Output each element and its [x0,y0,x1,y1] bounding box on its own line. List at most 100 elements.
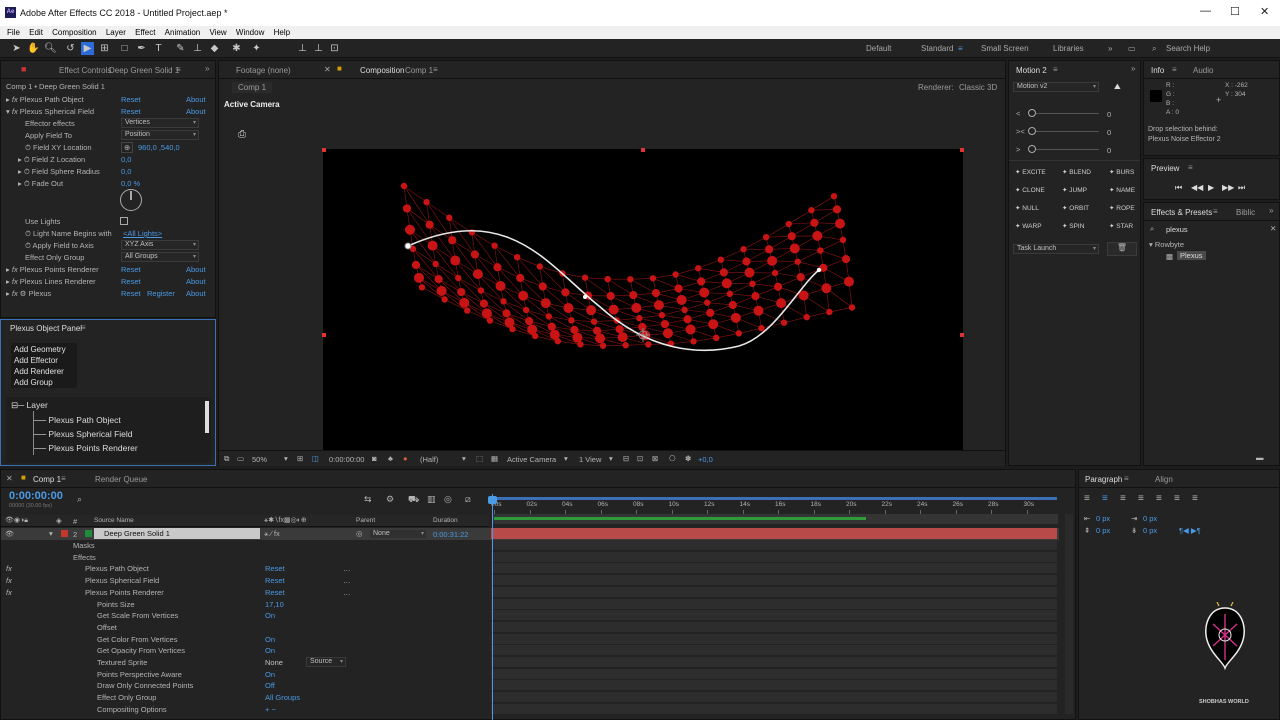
track-row[interactable] [491,645,1057,657]
effect-row-plexus[interactable]: ▸ fx ⚙ Plexus [6,289,51,298]
panel-expand-icon[interactable]: » [205,64,209,73]
audio-tab[interactable]: Audio [1193,66,1213,75]
trash-button[interactable]: 🗑︎ [1107,242,1137,256]
comp-viewer[interactable] [319,146,964,452]
track-row[interactable] [491,563,1057,575]
light-name-value[interactable]: <All Lights> [123,229,162,238]
panel-menu-icon[interactable]: ≡ [433,65,438,74]
panel-menu-icon[interactable]: ≡ [1124,474,1129,483]
effect-row-spherical-field[interactable]: ▾ fx Plexus Spherical Field [6,107,94,116]
property-label[interactable]: Plexus Points Renderer [85,588,164,597]
property-label[interactable]: Offset [97,623,117,632]
justify-left-icon[interactable]: ≡ [1138,493,1144,504]
panel-menu-icon[interactable]: ≡ [176,65,181,74]
slider-handle[interactable] [1028,127,1036,135]
workspace-small-screen[interactable]: Small Screen [981,44,1029,53]
panel-menu-icon[interactable]: ≡ [81,323,86,332]
property-label[interactable]: Points Perspective Aware [97,670,182,679]
indent-left-value[interactable]: 0 px [1096,514,1110,523]
source-dropdown[interactable]: Source [306,657,346,667]
workspace-standard[interactable]: Standard [921,44,953,53]
roto-brush-tool-icon[interactable]: ✱ [230,42,243,55]
panel-menu-icon[interactable]: ≡ [1213,207,1218,216]
property-value[interactable]: Reset [265,564,285,573]
track-row[interactable] [491,633,1057,645]
close-button[interactable]: ✕ [1260,5,1269,18]
about-link[interactable]: About [186,95,206,104]
keyframe-navigator-icon[interactable]: … [343,588,351,597]
target-icon[interactable]: ⊕ [121,142,134,153]
property-value[interactable]: On [265,670,275,679]
footage-tab[interactable]: Footage (none) [236,66,291,75]
workspace-more-icon[interactable]: » [1108,44,1112,53]
search-help-field[interactable]: Search Help [1166,44,1210,53]
reset-link[interactable]: Reset [121,277,141,286]
composition-tab[interactable]: Composition [360,66,404,75]
menu-composition[interactable]: Composition [52,26,96,39]
rectangle-tool-icon[interactable]: □ [118,42,131,55]
view-layout-arrow-icon[interactable]: ▾ [609,454,613,463]
track-row[interactable] [491,621,1057,633]
pen-tool-icon[interactable]: ✒ [135,42,148,55]
paragraph-tab[interactable]: Paragraph [1085,475,1122,484]
property-label[interactable]: Get Opacity From Vertices [97,646,185,655]
space-after-value[interactable]: 0 px [1143,526,1157,535]
channel-icon[interactable]: ● [403,454,408,463]
clone-stamp-tool-icon[interactable]: ⊥ [191,42,204,55]
menu-file[interactable]: File [7,26,20,39]
hand-tool-icon[interactable]: ✋ [27,42,40,55]
register-link[interactable]: Register [147,289,175,298]
motion-button-rope[interactable]: ✦ ROPE [1109,204,1135,212]
motion-preset-dropdown[interactable]: Motion v2 [1013,82,1099,92]
keyframe-navigator-icon[interactable]: … [343,564,351,573]
parent-dropdown[interactable]: None [369,529,427,539]
resolution-dropdown[interactable]: (Half) [420,455,438,464]
timeline-search-icon[interactable]: ⌕ [77,494,82,505]
add-group-button[interactable]: Add Group [14,378,53,387]
property-label[interactable]: Plexus Spherical Field [85,576,159,585]
region-monitor-icon[interactable]: ▭ [237,454,244,463]
motion-button-spin[interactable]: ✦ SPIN [1062,222,1084,230]
menu-help[interactable]: Help [274,26,290,39]
motion-blur-icon[interactable]: ◎ [444,494,452,505]
property-value[interactable]: 17,10 [265,600,284,609]
mask-visibility-icon[interactable]: ◫ [312,454,319,463]
path-end-handle[interactable] [816,267,822,273]
panel-lock-icon[interactable]: ■ [21,64,26,74]
first-frame-icon[interactable]: ⏮ [1175,183,1182,193]
indent-right-value[interactable]: 0 px [1143,514,1157,523]
camera-view-arrow-icon[interactable]: ▾ [564,454,568,463]
property-label[interactable]: Points Size [97,600,135,609]
motion-button-burs[interactable]: ✦ BURS [1109,168,1134,176]
align-left-icon[interactable]: ≡ [1084,493,1090,504]
tree-item[interactable]: ── Plexus Spherical Field [34,429,133,439]
path-mid-handle[interactable] [583,295,587,299]
layer-bar[interactable] [491,528,1057,539]
comp-lock-icon[interactable]: ■ [21,473,26,482]
property-value[interactable]: On [265,646,275,655]
tree-root-layer[interactable]: ⊟─ Layer [11,400,48,411]
effects-presets-tab[interactable]: Effects & Presets [1151,208,1212,217]
apply-field-to-dropdown[interactable]: Position [121,130,199,140]
slider-handle[interactable] [1028,145,1036,153]
motion-button-jump[interactable]: ✦ JUMP [1062,186,1087,194]
show-snapshot-icon[interactable]: ♣ [388,454,393,463]
renderer-value[interactable]: Classic 3D [959,83,997,92]
menu-animation[interactable]: Animation [165,26,201,39]
add-geometry-button[interactable]: Add Geometry [14,345,66,354]
fade-out-value[interactable]: 0,0 % [121,179,140,188]
workspace-menu-icon[interactable]: ≡ [958,44,963,53]
align-center-icon[interactable]: ≡ [1102,493,1108,504]
layer-label-color[interactable] [61,530,68,537]
align-right-icon[interactable]: ≡ [1120,493,1126,504]
draft-3d-icon[interactable]: ⚙ [386,494,394,505]
track-row[interactable] [491,610,1057,622]
resolution-arrow-icon[interactable]: ▾ [462,454,466,463]
slider-value[interactable]: 0 [1107,128,1111,137]
reset-link[interactable]: Reset [121,289,141,298]
motion-button-name[interactable]: ✦ NAME [1109,186,1135,194]
effects-search-input[interactable]: plexus [1166,225,1188,234]
category-row[interactable]: ▾ Rowbyte [1149,240,1184,249]
new-folder-icon[interactable]: ▬ [1256,453,1264,462]
axis-world-icon[interactable]: ⊥ [312,42,325,55]
